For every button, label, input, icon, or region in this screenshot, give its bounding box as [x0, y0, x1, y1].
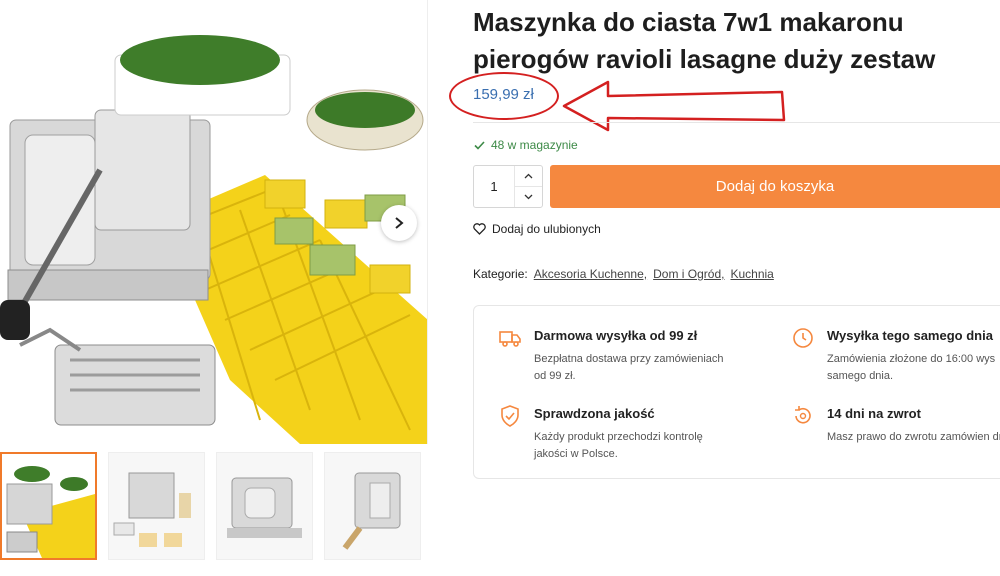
- quantity-decrease-button[interactable]: [515, 186, 542, 207]
- categories-label: Kategorie:: [473, 267, 528, 281]
- quantity-increase-button[interactable]: [515, 166, 542, 186]
- annotation-arrow-icon: [562, 80, 786, 132]
- divider: [473, 122, 1000, 123]
- stock-text: 48 w magazynie: [491, 138, 578, 152]
- thumbnail-1[interactable]: [0, 452, 97, 560]
- stock-status: 48 w magazynie: [474, 138, 578, 152]
- category-link-akcesoria[interactable]: Akcesoria Kuchenne,: [534, 267, 647, 281]
- thumbnail-image: [217, 453, 312, 559]
- category-link-dom-i-ogrod[interactable]: Dom i Ogród,: [653, 267, 724, 281]
- product-title: Maszynka do ciasta 7w1 makaronu pierogów…: [473, 7, 936, 74]
- chevron-up-icon: [524, 173, 533, 179]
- annotation-circle: [449, 72, 559, 120]
- thumbnail-4[interactable]: [324, 452, 421, 560]
- benefit-description: Bezpłatna dostawa przy zamówieniach od 9…: [534, 353, 724, 382]
- gallery-next-button[interactable]: [381, 205, 417, 241]
- benefit-title: 14 dni na zwrot: [827, 406, 921, 421]
- benefit-description: Zamówienia złożone do 16:00 wys samego d…: [827, 353, 996, 382]
- benefit-title: Darmowa wysyłka od 99 zł: [534, 328, 698, 343]
- category-link-kuchnia[interactable]: Kuchnia: [730, 267, 773, 281]
- benefit-title: Wysyłka tego samego dnia: [827, 328, 993, 343]
- categories-row: Kategorie: Akcesoria Kuchenne, Dom i Ogr…: [473, 267, 774, 281]
- quantity-stepper: [473, 165, 543, 208]
- check-icon: [474, 140, 485, 150]
- chevron-down-icon: [524, 194, 533, 200]
- benefit-title: Sprawdzona jakość: [534, 406, 655, 421]
- heart-icon: [473, 223, 486, 235]
- thumbnail-image: [325, 453, 420, 559]
- thumbnail-image: [2, 454, 95, 558]
- add-to-cart-button[interactable]: Dodaj do koszyka: [550, 165, 1000, 208]
- thumbnail-strip: [0, 452, 428, 562]
- chevron-right-icon: [395, 217, 404, 229]
- shop-benefits-box: Darmowa wysyłka od 99 zł Bezpłatna dosta…: [473, 305, 1000, 479]
- add-to-wishlist-link[interactable]: Dodaj do ulubionych: [473, 222, 601, 236]
- quantity-input[interactable]: [474, 166, 514, 207]
- wishlist-label: Dodaj do ulubionych: [492, 222, 601, 236]
- truck-icon: [499, 331, 521, 347]
- pasta-machine-illustration: [0, 35, 427, 444]
- shield-check-icon: [501, 405, 519, 427]
- main-product-image: [0, 0, 428, 444]
- return-icon: [795, 406, 811, 424]
- clock-icon: [793, 328, 813, 348]
- thumbnail-image: [109, 453, 204, 559]
- thumbnail-3[interactable]: [216, 452, 313, 560]
- thumbnail-2[interactable]: [108, 452, 205, 560]
- benefit-description: Każdy produkt przechodzi kontrolę jakośc…: [534, 431, 703, 460]
- benefit-description: Masz prawo do zwrotu zamówien dni.: [827, 431, 1000, 443]
